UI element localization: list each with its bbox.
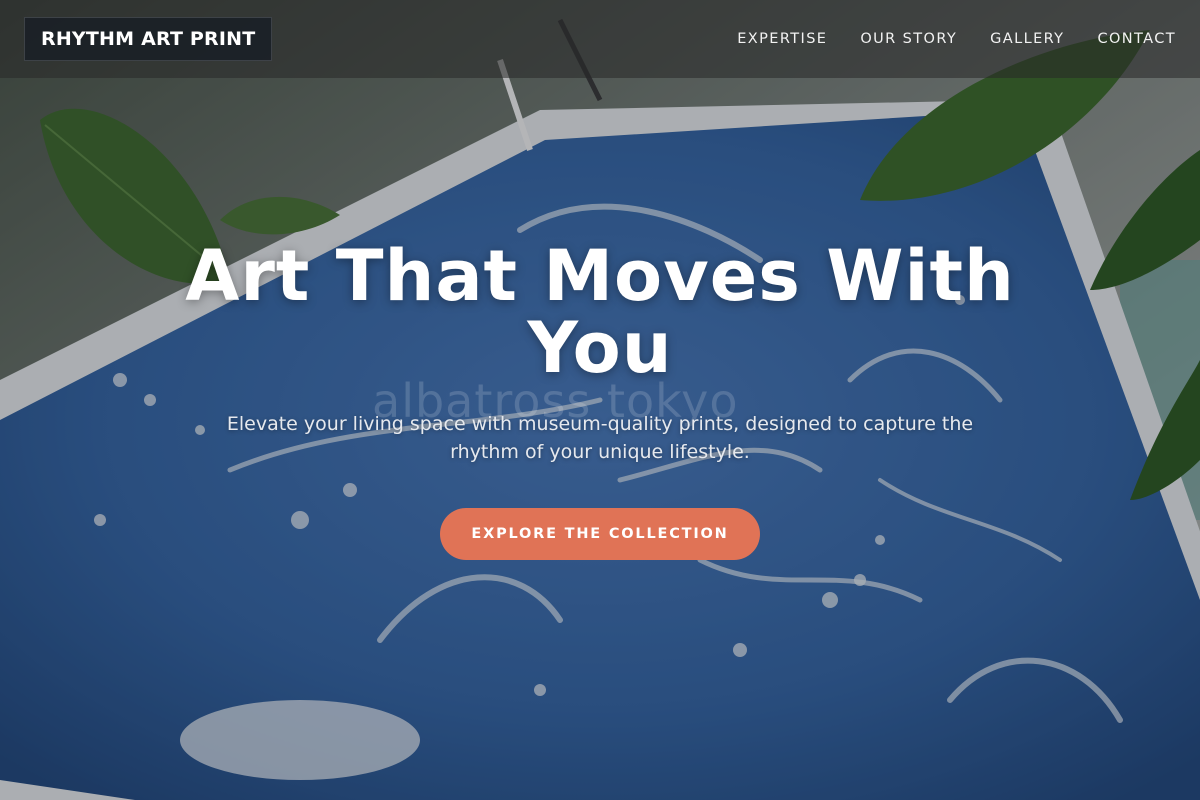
hero-title: Art That Moves With You [185, 235, 1015, 389]
explore-collection-button[interactable]: EXPLORE THE COLLECTION [440, 508, 760, 560]
brand-logo[interactable]: RHYTHM ART PRINT [24, 17, 273, 61]
hero-content: Art That Moves With You Elevate your liv… [0, 240, 1200, 560]
hero-section: albatross tokyo RHYTHM ART PRINT EXPERTI… [0, 0, 1200, 800]
nav-link-our-story[interactable]: OUR STORY [860, 31, 957, 47]
top-navbar: RHYTHM ART PRINT EXPERTISE OUR STORY GAL… [0, 0, 1200, 78]
hero-subtitle: Elevate your living space with museum-qu… [226, 413, 974, 463]
nav-links: EXPERTISE OUR STORY GALLERY CONTACT [737, 31, 1176, 47]
nav-link-gallery[interactable]: GALLERY [990, 31, 1064, 47]
nav-link-contact[interactable]: CONTACT [1097, 31, 1176, 47]
nav-link-expertise[interactable]: EXPERTISE [737, 31, 827, 47]
